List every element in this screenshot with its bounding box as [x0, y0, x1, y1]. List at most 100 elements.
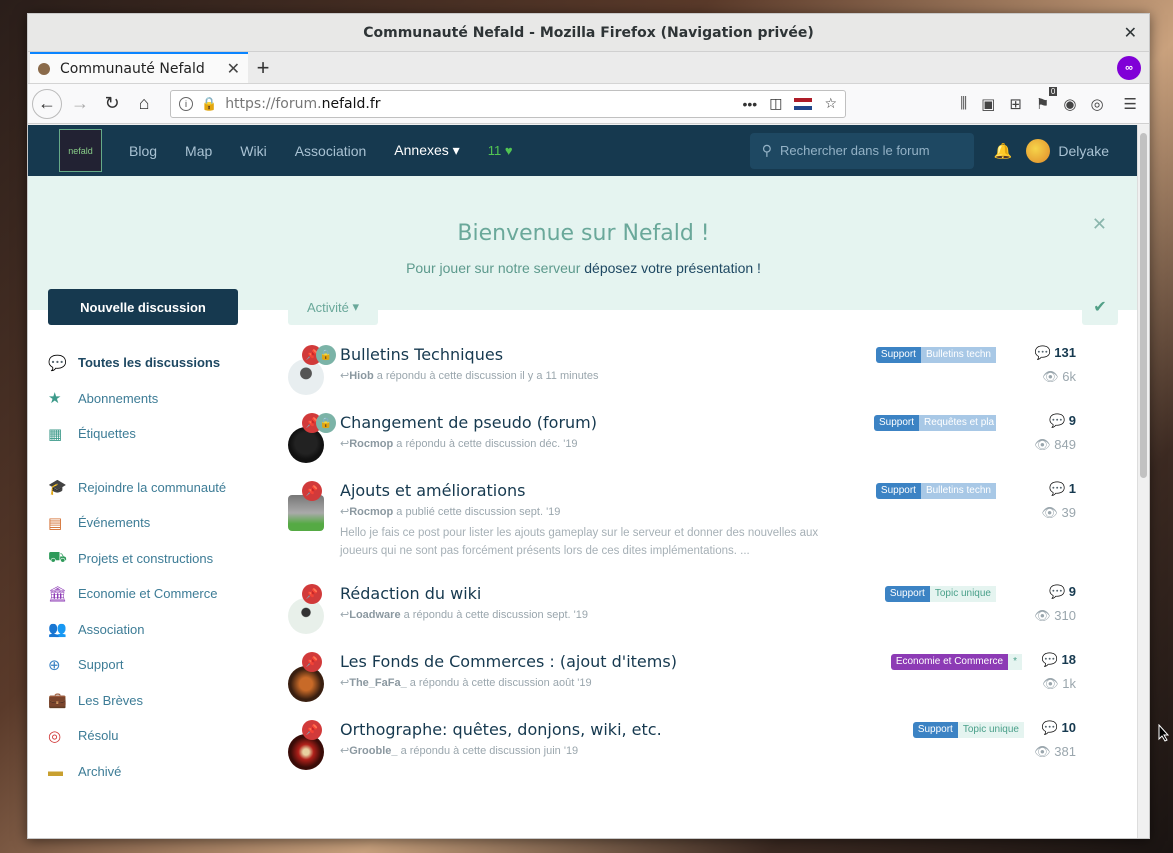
nav-annexes-dropdown[interactable]: Annexes ▾ — [394, 142, 459, 159]
search-placeholder: Rechercher dans le forum — [779, 143, 930, 158]
account-icon[interactable]: ◎ — [1090, 95, 1103, 113]
discussion-row[interactable]: 📌 Rédaction du wiki ↩Loadware a répondu à … — [288, 584, 1118, 652]
sidebar-toggle-icon[interactable]: ▣ — [981, 95, 995, 113]
user-menu[interactable]: Delyake — [1026, 138, 1109, 163]
scrollbar-thumb[interactable] — [1140, 133, 1147, 478]
discussion-title[interactable]: Ajouts et améliorations — [340, 481, 860, 500]
extension-icon[interactable]: ⊞ — [1009, 95, 1022, 113]
mark-all-read-button[interactable]: ✔ — [1082, 289, 1118, 325]
discussion-title[interactable]: Changement de pseudo (forum) — [340, 413, 860, 432]
sort-dropdown[interactable]: Activité ▾ — [288, 289, 378, 325]
archive-icon: ▬ — [48, 762, 63, 780]
pocket-icon[interactable]: ◫ — [769, 95, 782, 112]
online-count[interactable]: 11 ♥ — [488, 143, 513, 158]
window-close-icon[interactable]: ✕ — [1124, 23, 1137, 42]
avatar[interactable] — [288, 427, 324, 463]
sidebar-item[interactable]: ▤ Événements — [48, 505, 238, 541]
nav-map[interactable]: Map — [185, 143, 212, 159]
bell-icon[interactable]: 🔔 — [994, 142, 1013, 160]
sidebar-item-label: Association — [78, 621, 145, 637]
discussion-title[interactable]: Rédaction du wiki — [340, 584, 860, 603]
discussion-row[interactable]: 📌 🔒 Changement de pseudo (forum) ↩Rocmop a … — [288, 413, 1118, 481]
sidebar-item[interactable]: ◎ Résolu — [48, 718, 238, 754]
discussion-excerpt: Hello je fais ce post pour lister les aj… — [340, 527, 819, 557]
tab-title: Communauté Nefald — [60, 60, 205, 77]
activity-text: a répondu à cette discussion août '19 — [406, 677, 592, 689]
comment-icon: 💬 — [1048, 481, 1066, 496]
tag-label[interactable]: Economie et Commerce — [890, 654, 1009, 670]
view-count: 👁 6k — [1042, 369, 1076, 384]
nav-blog[interactable]: Blog — [129, 143, 157, 159]
url-bar[interactable]: i 🔒 https://forum.nefald.fr ••• ◫ ☆ — [170, 89, 846, 118]
tag-label[interactable]: Support — [884, 586, 930, 602]
reply-icon: ↩ — [340, 609, 350, 621]
discussion-title[interactable]: Orthographe: quêtes, donjons, wiki, etc. — [340, 720, 860, 739]
tag-label[interactable]: Support — [875, 347, 921, 363]
sidebar-item-label: Résolu — [78, 728, 119, 744]
filter-row: Activité ▾ ✔ — [288, 289, 1118, 325]
forum-search[interactable]: ⚲ Rechercher dans le forum — [749, 132, 974, 169]
avatar[interactable] — [288, 359, 324, 395]
nav-association[interactable]: Association — [295, 143, 367, 159]
tab-active[interactable]: Communauté Nefald ✕ — [30, 52, 248, 83]
discussion-title[interactable]: Bulletins Techniques — [340, 345, 860, 364]
url-text[interactable]: https://forum.nefald.fr — [225, 96, 742, 112]
new-discussion-button[interactable]: Nouvelle discussion — [48, 289, 238, 325]
info-icon[interactable]: i — [179, 96, 193, 111]
hero-link[interactable]: déposez votre présentation ! — [584, 260, 761, 276]
eye-icon: 👁 — [1041, 505, 1058, 520]
new-tab-button[interactable]: + — [248, 53, 278, 83]
notification-extension-icon[interactable]: ⚑ 0 — [1036, 86, 1058, 113]
avatar[interactable] — [288, 666, 324, 702]
sidebar-item[interactable]: ▬ Archivé — [48, 754, 238, 790]
nav-wiki[interactable]: Wiki — [240, 143, 266, 159]
discussion-row[interactable]: 📌 Ajouts et améliorations ↩Rocmop a publié… — [288, 481, 1118, 584]
lock-icon[interactable]: 🔒 — [201, 96, 217, 112]
tag-label[interactable]: Support — [874, 415, 920, 431]
back-button[interactable]: ← — [32, 88, 62, 119]
tag-label[interactable]: Topic unique — [929, 586, 996, 602]
site-logo[interactable]: nefald — [59, 129, 102, 172]
sidebar-item[interactable]: 🏛 Economie et Commerce — [48, 576, 238, 612]
users-icon: 👥 — [48, 621, 67, 639]
tag-label[interactable]: Requêtes et pla — [919, 415, 996, 431]
tag-label[interactable]: Support — [875, 483, 921, 499]
ublock-icon[interactable]: ◉ — [1063, 95, 1076, 113]
forward-button[interactable]: → — [64, 88, 96, 120]
avatar[interactable] — [288, 495, 324, 531]
avatar[interactable] — [288, 598, 324, 634]
sidebar-item[interactable]: 🎓 Rejoindre la communauté — [48, 470, 238, 506]
window-title: Communauté Nefald - Mozilla Firefox (Nav… — [363, 24, 814, 41]
sidebar-item[interactable]: 💬 Toutes les discussions — [48, 345, 238, 381]
reload-button[interactable]: ↻ — [96, 88, 128, 120]
sidebar-item[interactable]: ⊕ Support — [48, 647, 238, 683]
discussion-stats: 💬 18 👁 1k — [996, 652, 1076, 692]
flag-icon[interactable] — [794, 97, 813, 110]
tab-close-icon[interactable]: ✕ — [227, 59, 240, 79]
view-count: 👁 39 — [1041, 505, 1076, 520]
home-button[interactable]: ⌂ — [128, 88, 160, 120]
hero-close-icon[interactable]: ✕ — [1092, 214, 1107, 235]
menu-icon[interactable]: ☰ — [1124, 95, 1137, 113]
sidebar-item[interactable]: ★ Abonnements — [48, 381, 238, 417]
discussion-row[interactable]: 📌 Les Fonds de Commerces : (ajout d'items… — [288, 652, 1118, 720]
discussion-meta: ↩The_FaFa_ a répondu à cette discussion … — [340, 676, 860, 689]
discussion-row[interactable]: 📌 🔒 Bulletins Techniques ↩Hiob a répondu à … — [288, 345, 1118, 413]
tag-label[interactable]: Bulletins techn — [920, 347, 996, 363]
avatar[interactable] — [288, 734, 324, 770]
discussion-meta: ↩Hiob a répondu à cette discussion il y … — [340, 369, 860, 382]
page-scrollbar[interactable] — [1137, 125, 1149, 838]
page-actions-icon[interactable]: ••• — [742, 96, 757, 112]
tag-label[interactable]: Bulletins techn — [920, 483, 996, 499]
discussion-title[interactable]: Les Fonds de Commerces : (ajout d'items) — [340, 652, 860, 671]
bookmark-star-icon[interactable]: ☆ — [824, 95, 837, 112]
reply-icon: ↩ — [340, 677, 350, 689]
discussion-tags: Support Topic unique — [884, 586, 996, 602]
tag-label[interactable]: Support — [912, 722, 958, 738]
library-icon[interactable]: ⫼ — [960, 95, 967, 112]
sidebar-item[interactable]: ▦ Étiquettes — [48, 416, 238, 452]
sidebar-item[interactable]: 💼 Les Brèves — [48, 683, 238, 719]
sidebar-item[interactable]: ⛟ Projets et constructions — [48, 541, 238, 577]
discussion-row[interactable]: 📌 Orthographe: quêtes, donjons, wiki, etc… — [288, 720, 1118, 788]
sidebar-item[interactable]: 👥 Association — [48, 612, 238, 648]
